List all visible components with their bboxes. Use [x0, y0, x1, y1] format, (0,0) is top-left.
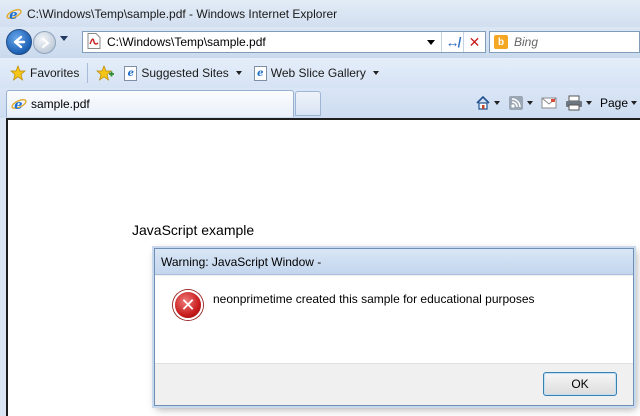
ie-page-icon: e [253, 65, 267, 81]
ok-button[interactable]: OK [543, 372, 617, 396]
address-bar[interactable]: C:\Windows\Temp\sample.pdf ↮ ✕ [82, 31, 486, 53]
ie-page-icon: e [124, 65, 138, 81]
dialog-message: neonprimetime created this sample for ed… [213, 292, 535, 306]
dialog-footer: OK [155, 363, 633, 405]
feeds-button[interactable] [505, 95, 536, 111]
add-to-favorites-bar-button[interactable] [96, 65, 115, 81]
home-button[interactable] [472, 95, 503, 111]
javascript-alert-dialog: Warning: JavaScript Window - ✕ neonprime… [154, 248, 634, 406]
search-input[interactable]: Bing [514, 35, 538, 49]
print-button[interactable] [562, 95, 595, 111]
favorites-item-label: Suggested Sites [141, 66, 229, 80]
chevron-down-icon [631, 101, 637, 105]
forward-arrow-icon [41, 37, 50, 48]
new-tab-button[interactable] [295, 91, 321, 116]
printer-icon [565, 95, 582, 111]
chevron-down-icon [585, 101, 592, 105]
favorites-bar: Favorites e Suggested Sites e Web Slice … [0, 57, 640, 88]
back-arrow-icon [13, 35, 26, 49]
chevron-down-icon [526, 101, 533, 105]
navigation-bar: C:\Windows\Temp\sample.pdf ↮ ✕ b Bing [0, 27, 640, 57]
back-button[interactable] [6, 29, 32, 55]
page-heading: JavaScript example [132, 222, 255, 238]
address-input[interactable]: C:\Windows\Temp\sample.pdf [107, 35, 427, 49]
tab-sample-pdf[interactable]: e sample.pdf [6, 90, 294, 117]
page-menu-button[interactable]: Page [597, 96, 640, 110]
home-icon [476, 95, 490, 110]
add-favorite-icon [96, 65, 115, 81]
command-bar: Page [472, 88, 640, 118]
search-box[interactable]: b Bing [489, 31, 640, 53]
pdf-file-icon [87, 32, 101, 52]
address-dropdown-icon[interactable] [427, 39, 435, 45]
page-menu-label: Page [599, 96, 628, 110]
page-content: JavaScript example Warning: JavaScript W… [6, 118, 640, 416]
error-icon: ✕ [173, 290, 203, 320]
internet-explorer-icon: e [6, 6, 22, 22]
chevron-down-icon [235, 71, 242, 75]
stop-icon[interactable]: ✕ [463, 32, 485, 52]
tab-label: sample.pdf [31, 97, 90, 111]
read-mail-button[interactable] [538, 96, 560, 110]
rss-feed-icon [508, 96, 523, 110]
dialog-body: ✕ neonprimetime created this sample for … [155, 276, 633, 405]
mail-icon [541, 97, 557, 109]
internet-explorer-icon: e [11, 98, 27, 112]
star-icon [10, 65, 26, 81]
favorites-item-suggested-sites[interactable]: e Suggested Sites [124, 65, 242, 81]
window-titlebar: e C:\Windows\Temp\sample.pdf - Windows I… [0, 0, 640, 27]
favorites-item-label: Web Slice Gallery [270, 66, 366, 80]
chevron-down-icon [493, 101, 500, 105]
dialog-title: Warning: JavaScript Window - [155, 249, 633, 275]
svg-text:e: e [14, 98, 22, 112]
favorites-button[interactable]: Favorites [10, 65, 79, 81]
tab-bar: e sample.pdf Page [0, 88, 640, 118]
forward-button[interactable] [33, 31, 56, 54]
refresh-icon[interactable]: ↮ [441, 32, 463, 52]
bing-icon: b [494, 35, 508, 49]
window-title: C:\Windows\Temp\sample.pdf - Windows Int… [27, 6, 338, 21]
favorites-item-web-slice-gallery[interactable]: e Web Slice Gallery [253, 65, 379, 81]
chevron-down-icon [372, 71, 379, 75]
recent-pages-dropdown[interactable] [60, 36, 68, 41]
svg-text:e: e [9, 7, 17, 21]
favorites-separator [87, 63, 89, 83]
favorites-label: Favorites [30, 66, 80, 80]
